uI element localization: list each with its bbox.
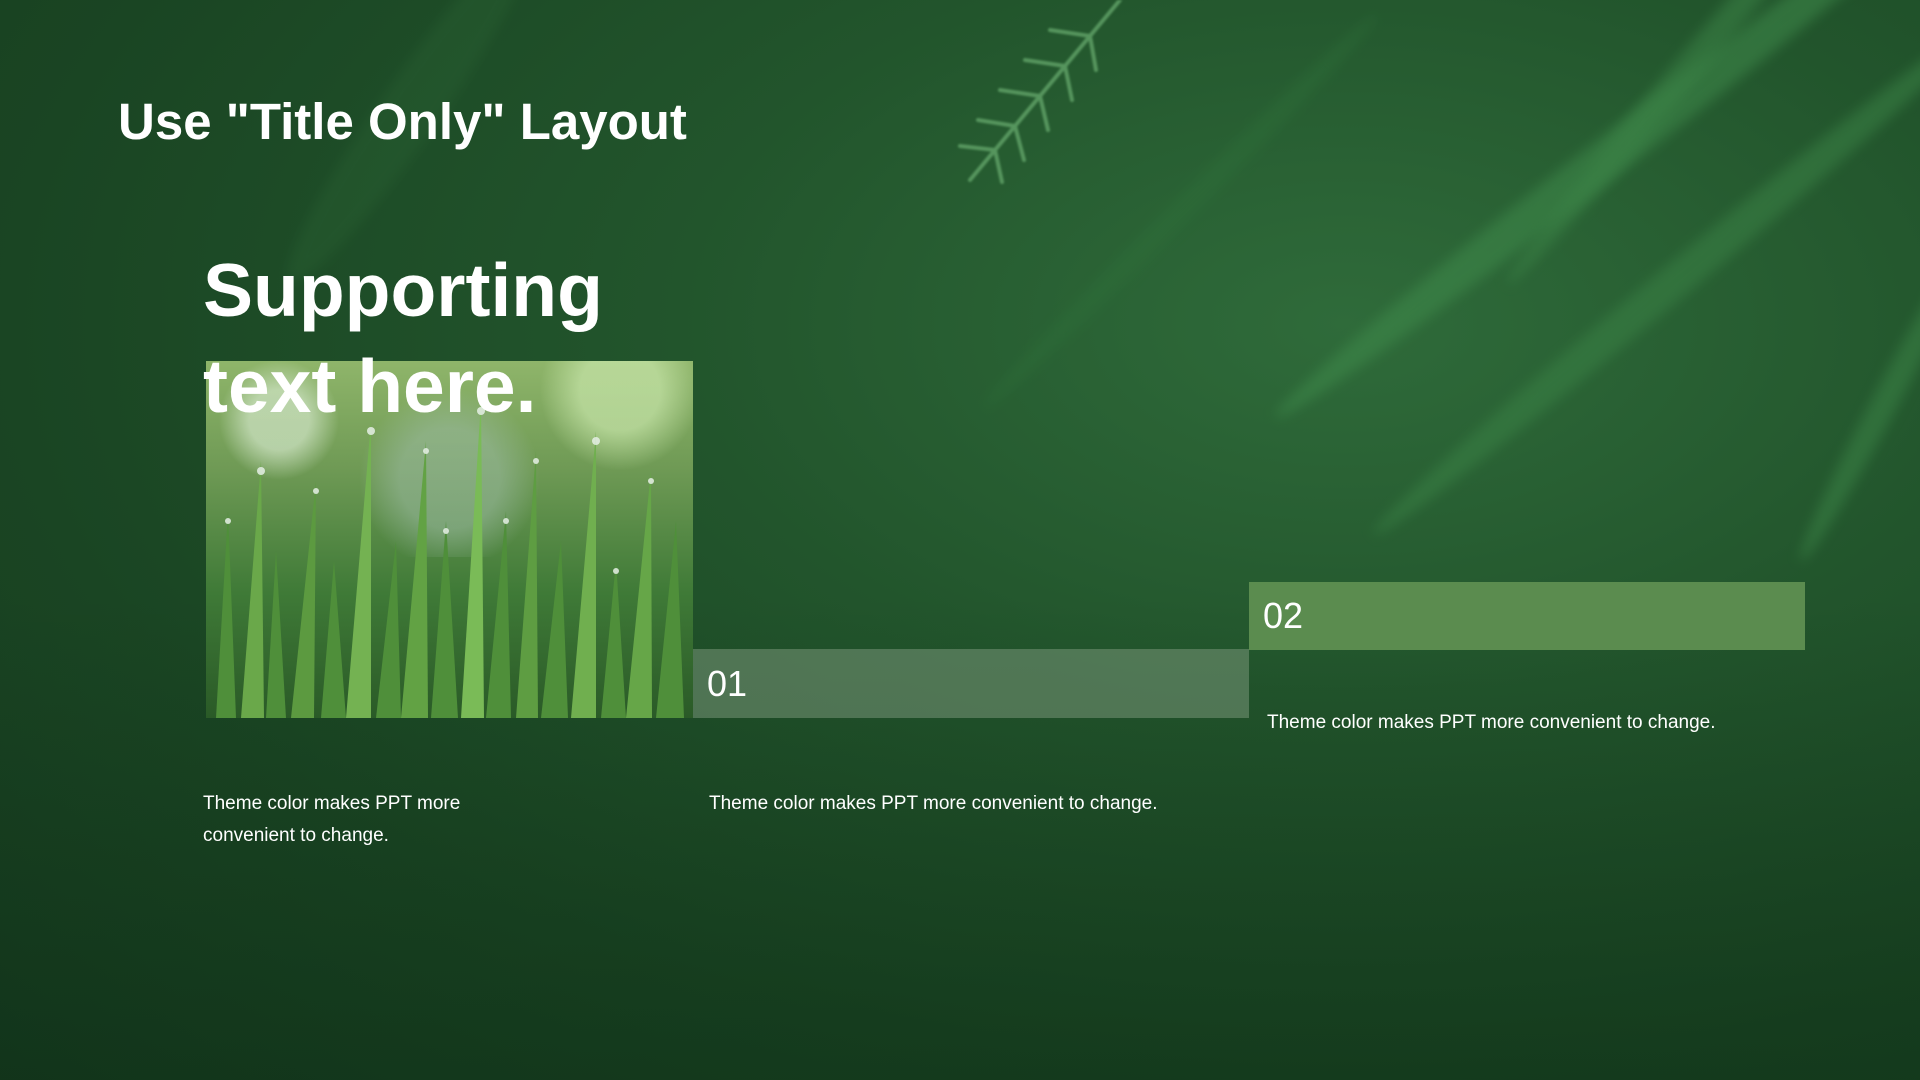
slide-title: Use "Title Only" Layout (118, 93, 687, 150)
slide: Use "Title Only" Layout Supporting text … (0, 0, 1920, 1080)
step-bar-02: 02 (1249, 582, 1805, 650)
supporting-text: Supporting text here. (203, 248, 603, 428)
step-description-01: Theme color makes PPT more convenient to… (709, 793, 1158, 814)
step-bar-01: 01 (693, 649, 1249, 718)
step-number: 01 (707, 662, 748, 704)
photo-caption: Theme color makes PPT more convenient to… (203, 793, 461, 846)
step-description-02: Theme color makes PPT more convenient to… (1267, 712, 1716, 733)
step-number: 02 (1263, 595, 1304, 636)
